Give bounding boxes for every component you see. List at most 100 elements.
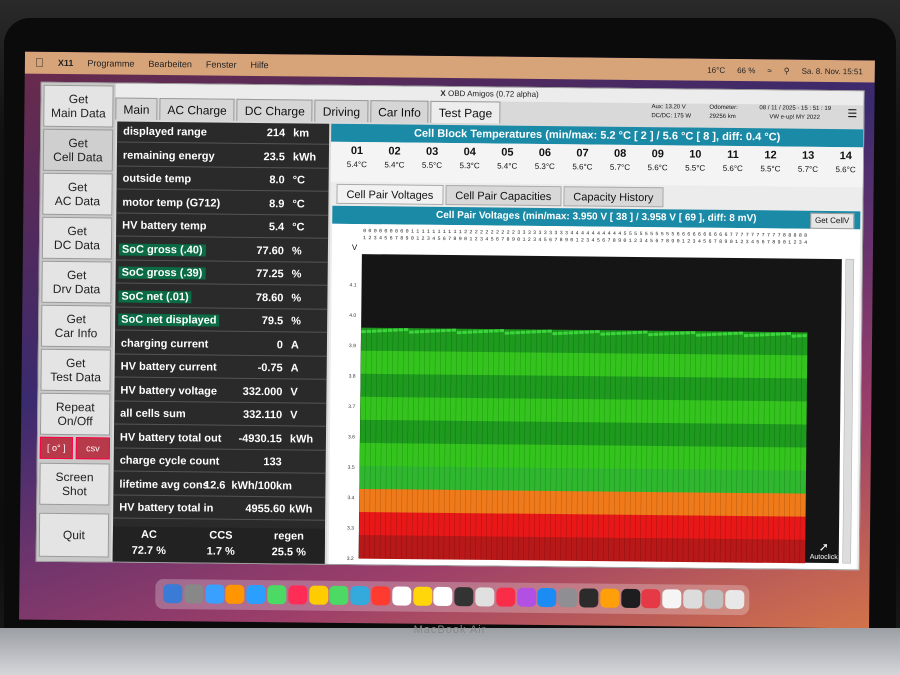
dock-app-icon[interactable] [683, 589, 703, 609]
tab-driving[interactable]: Driving [314, 99, 369, 123]
search-icon[interactable]: ⚲ [784, 66, 790, 75]
cell-bar-37 [552, 332, 558, 336]
data-row: SoC net (.01) 78.60% [115, 286, 328, 310]
x-tick-ones: 5 [384, 235, 387, 241]
get-cellv-button[interactable]: Get CellV [809, 212, 855, 230]
dock-app-icon[interactable] [516, 587, 537, 607]
quit-button[interactable]: Quit [38, 512, 110, 558]
csv-button[interactable]: csv [75, 437, 110, 460]
x-tick-ones: 0 [517, 237, 520, 243]
dock-app-icon[interactable] [371, 586, 391, 606]
data-row-label: HV battery current [120, 360, 217, 374]
dock-app-icon[interactable] [329, 585, 349, 605]
x-tick-tens: 4 [592, 231, 595, 237]
dock-app-icon[interactable] [308, 585, 329, 605]
dock-app-icon[interactable] [558, 588, 578, 608]
x-tick-ones: 1 [522, 237, 525, 243]
wifi-icon[interactable]: ≈ [767, 66, 771, 75]
get-cell-data-button[interactable]: Get Cell Data [42, 128, 114, 172]
tab-cell-pair-capacities[interactable]: Cell Pair Capacities [445, 184, 562, 207]
tab-ac-charge[interactable]: AC Charge [159, 97, 235, 121]
dock-app-icon[interactable] [392, 586, 412, 606]
dock-app-icon[interactable] [412, 586, 433, 606]
tab-cell-pair-voltages[interactable]: Cell Pair Voltages [336, 183, 444, 205]
tab-test-page[interactable]: Test Page [430, 100, 501, 124]
x-tick-tens: 3 [560, 230, 563, 236]
screenshot-button[interactable]: Screen Shot [39, 462, 110, 506]
battery-status[interactable]: 66 % [737, 66, 755, 75]
apple-icon[interactable]:  [35, 56, 44, 70]
get-dc-data-button[interactable]: Get DC Data [41, 216, 113, 260]
x-tick-tens: 0 [400, 229, 403, 235]
dock-app-icon[interactable] [433, 586, 453, 607]
dock-app-icon[interactable] [288, 585, 308, 605]
x-tick-ones: 0 [464, 236, 467, 242]
data-row-unit: kWh [289, 503, 313, 516]
clock-status[interactable]: Sa. 8. Nov. 15:51 [802, 66, 863, 76]
data-row-unit: % [291, 315, 302, 328]
tab-car-info[interactable]: Car Info [370, 100, 429, 123]
degree-button[interactable]: [ o° ] [39, 436, 73, 460]
x-tick-ones: 8 [613, 238, 616, 244]
dock-app-icon[interactable] [620, 588, 640, 609]
data-row: SoC net displayed 79.5% [115, 309, 328, 333]
cell-bar-52 [632, 331, 637, 335]
consumption-summary: AC 72.7 % CCS 1.7 % regen 25.5 % [112, 526, 326, 564]
cell-block-temp: 5.6°C [835, 165, 856, 175]
menu-hilfe[interactable]: Hilfe [250, 60, 268, 70]
tab-dc-charge[interactable]: DC Charge [236, 98, 313, 122]
dock-app-icon[interactable] [204, 584, 225, 604]
cell-bar-32 [525, 330, 531, 334]
cell-bar-75 [754, 333, 760, 337]
tab-capacity-history[interactable]: Capacity History [563, 186, 664, 208]
menu-app[interactable]: X11 [58, 58, 74, 68]
get-drv-data-button[interactable]: Get Drv Data [41, 260, 112, 304]
x-tick-ones: 1 [469, 236, 472, 242]
dock-app-icon[interactable] [641, 589, 661, 609]
dock-app-icon[interactable] [454, 587, 474, 607]
cell-bar-72 [738, 331, 744, 335]
get-test-data-button[interactable]: Get Test Data [40, 348, 111, 392]
cell-block-14: 14 5.6°C [824, 150, 868, 174]
dock-app-icon[interactable] [579, 588, 599, 608]
dock-app-icon[interactable] [475, 587, 495, 607]
x-tick-tens: 8 [788, 233, 791, 239]
dock-app-icon[interactable] [537, 587, 557, 608]
tab-main[interactable]: Main [115, 97, 158, 120]
dock-app-icon[interactable] [225, 584, 245, 604]
cell-bar-13 [424, 329, 430, 333]
cell-bar-58 [663, 332, 669, 336]
dock-app-icon[interactable] [350, 586, 370, 606]
x-tick-tens: 5 [671, 231, 674, 237]
repeat-toggle-button[interactable]: Repeat On/Off [39, 392, 111, 436]
dock-app-icon[interactable] [163, 584, 183, 604]
menu-programme[interactable]: Programme [87, 58, 134, 68]
cell-bar-18 [451, 328, 457, 332]
x-tick-tens: 7 [767, 232, 770, 238]
hamburger-menu-icon[interactable]: ☰ [847, 107, 857, 120]
dock-app-icon[interactable] [703, 589, 724, 609]
data-row-value: 8.9 [269, 197, 285, 210]
menu-bearbeiten[interactable]: Bearbeiten [148, 59, 192, 69]
get-ac-data-button[interactable]: Get AC Data [42, 172, 113, 216]
dock-app-icon[interactable] [246, 584, 266, 605]
cell-bar-84 [802, 334, 807, 338]
autoclick-app[interactable]: ➚ Autoclick [810, 540, 838, 561]
dock-app-icon[interactable] [496, 587, 516, 607]
dock-app-icon[interactable] [267, 585, 287, 605]
menu-fenster[interactable]: Fenster [206, 59, 237, 69]
x-tick-ones: 3 [480, 236, 483, 242]
weather-status[interactable]: 16°C [707, 65, 725, 74]
get-car-info-button[interactable]: Get Car Info [40, 304, 112, 348]
cell-bar-50 [621, 331, 627, 335]
x-tick-tens: 3 [528, 230, 531, 236]
x-tick-ones: 5 [437, 236, 440, 242]
dock-app-icon[interactable] [724, 589, 744, 610]
dock-app-icon[interactable] [600, 588, 620, 608]
cell-bar-8 [398, 328, 404, 332]
get-main-data-button[interactable]: Get Main Data [43, 84, 114, 128]
dock-app-icon[interactable] [184, 584, 204, 604]
dock-app-icon[interactable] [662, 589, 682, 609]
x-tick-ones: 6 [762, 239, 765, 245]
x-tick-tens: 5 [666, 231, 669, 237]
